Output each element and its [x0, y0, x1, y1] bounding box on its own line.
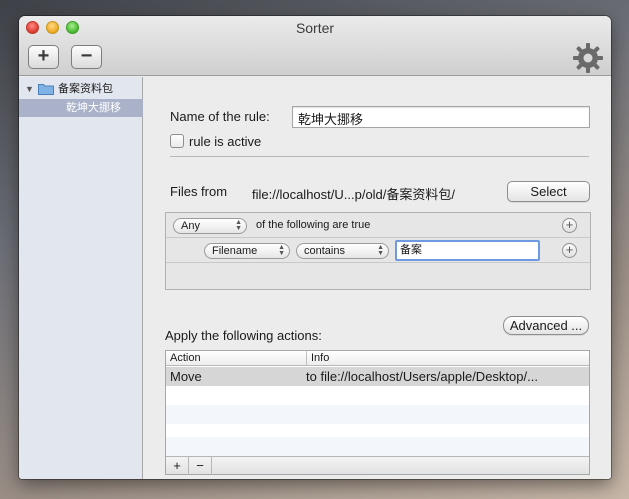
- add-action-button[interactable]: +: [166, 457, 189, 475]
- empty-row: [166, 437, 589, 456]
- column-header-action[interactable]: Action: [170, 351, 201, 365]
- add-condition-button[interactable]: +: [562, 218, 577, 233]
- files-from-path: file://localhost/U...p/old/备案资料包/: [252, 187, 456, 202]
- rule-active-label: rule is active: [189, 134, 262, 149]
- column-header-info[interactable]: Info: [306, 351, 329, 365]
- rule-name-input[interactable]: 乾坤大挪移: [292, 106, 590, 128]
- table-footer: + −: [166, 456, 589, 475]
- select-folder-button[interactable]: Select: [507, 181, 590, 202]
- window-title: Sorter: [295, 20, 335, 36]
- condition-operator-popup[interactable]: contains ▲ ▼: [296, 243, 389, 259]
- sorter-window: Sorter + − ▼ 备案资料包 乾坤大挪移 Name of the rul…: [19, 16, 611, 479]
- sidebar: ▼ 备案资料包 乾坤大挪移: [19, 77, 143, 479]
- files-from-label: Files from: [170, 184, 228, 199]
- condition-field-value: Filename: [212, 245, 258, 257]
- rule-active-checkbox[interactable]: [170, 134, 184, 148]
- info-cell: to file://localhost/Users/apple/Desktop/…: [306, 369, 538, 384]
- sidebar-item-label: 乾坤大挪移: [66, 102, 121, 114]
- remove-rule-button[interactable]: −: [71, 45, 102, 69]
- advanced-button[interactable]: Advanced ...: [503, 316, 589, 335]
- sidebar-group-label: 备案资料包: [58, 83, 113, 95]
- popup-arrows-icon: ▲ ▼: [278, 244, 285, 257]
- actions-heading: Apply the following actions:: [165, 328, 322, 343]
- actions-table: Action Info Move to file://localhost/Use…: [165, 350, 590, 475]
- action-cell: Move: [170, 369, 202, 384]
- condition-value-input[interactable]: 备案: [395, 240, 540, 261]
- rule-editor: Name of the rule: 乾坤大挪移 rule is active F…: [144, 77, 611, 479]
- remove-action-button[interactable]: −: [189, 457, 212, 475]
- empty-row: [166, 405, 589, 424]
- condition-operator-value: contains: [304, 245, 345, 257]
- conditions-box: Any ▲ ▼ of the following are true + Filen…: [165, 212, 591, 290]
- condition-header-row: Any ▲ ▼ of the following are true +: [166, 213, 590, 238]
- add-rule-button[interactable]: +: [28, 45, 59, 69]
- popup-arrows-icon: ▲ ▼: [377, 244, 384, 257]
- folder-icon: [38, 84, 54, 95]
- gear-icon[interactable]: [572, 42, 604, 74]
- title-bar: Sorter + −: [19, 16, 611, 76]
- sidebar-item-rule[interactable]: 乾坤大挪移: [19, 99, 143, 117]
- table-header: Action Info: [166, 351, 589, 366]
- separator: [170, 156, 589, 157]
- disclosure-triangle-icon[interactable]: ▼: [25, 80, 34, 98]
- rule-name-label: Name of the rule:: [170, 109, 270, 124]
- match-popup-value: Any: [181, 220, 200, 232]
- match-text: of the following are true: [256, 219, 371, 231]
- popup-arrows-icon: ▲ ▼: [235, 219, 242, 232]
- add-condition-row-button[interactable]: +: [562, 243, 577, 258]
- sidebar-group[interactable]: ▼ 备案资料包: [19, 80, 143, 98]
- match-popup[interactable]: Any ▲ ▼: [173, 218, 247, 234]
- condition-row: Filename ▲ ▼ contains ▲ ▼ 备案 +: [166, 238, 590, 263]
- empty-row: [166, 386, 589, 405]
- table-row[interactable]: Move to file://localhost/Users/apple/Des…: [166, 367, 589, 386]
- condition-field-popup[interactable]: Filename ▲ ▼: [204, 243, 290, 259]
